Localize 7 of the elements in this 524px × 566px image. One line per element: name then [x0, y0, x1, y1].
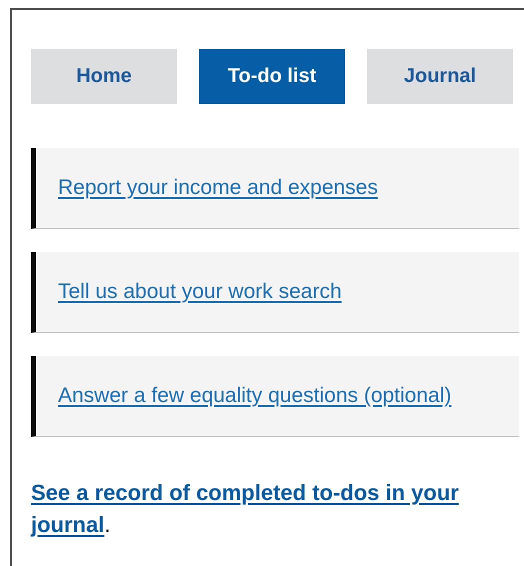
- nav-tab[interactable]: Home: [31, 49, 177, 104]
- task-link[interactable]: Tell us about your work search: [58, 280, 342, 304]
- task-link[interactable]: Report your income and expenses: [58, 176, 378, 200]
- task-link[interactable]: Answer a few equality questions (optional): [58, 384, 452, 408]
- journal-link-sentence[interactable]: See a record of completed to-dos in your journal.: [31, 477, 471, 541]
- nav-tab[interactable]: To-do list: [199, 49, 345, 104]
- nav-tab[interactable]: Journal: [367, 49, 513, 104]
